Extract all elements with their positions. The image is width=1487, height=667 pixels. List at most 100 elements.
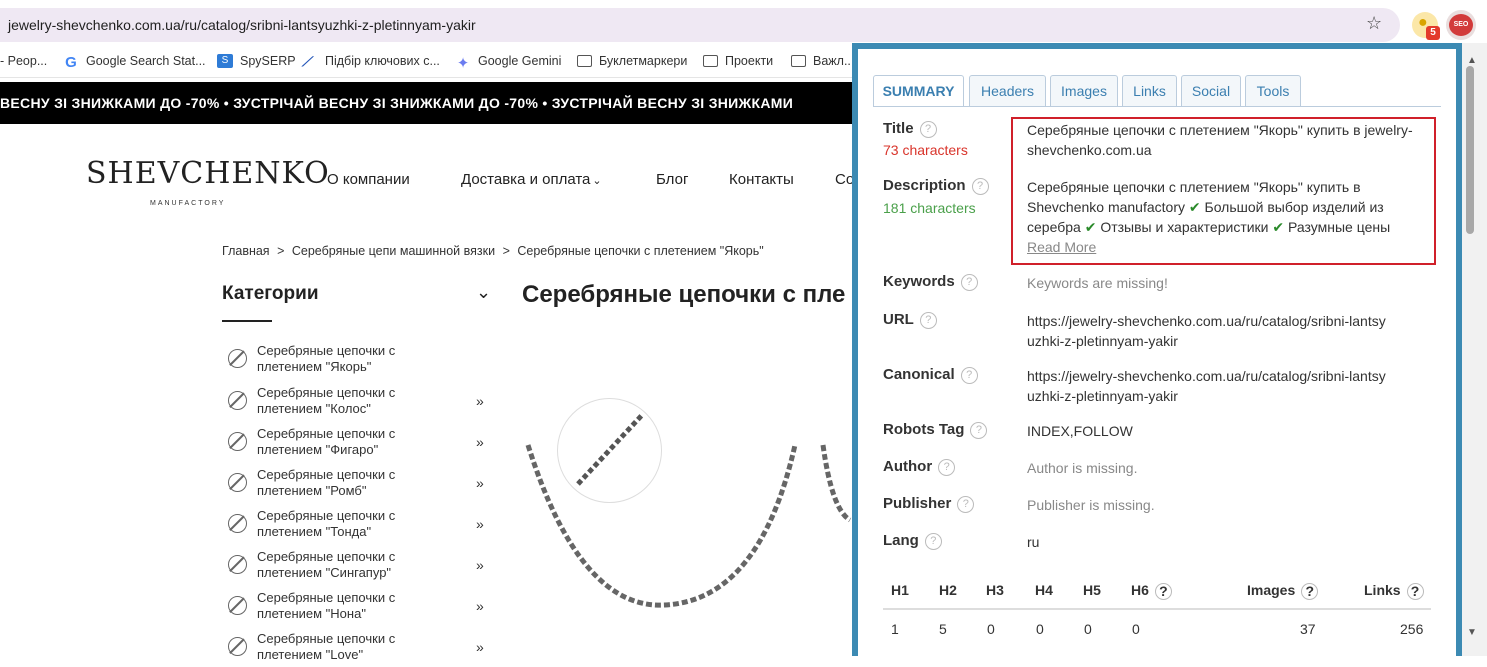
bookmark-folder[interactable]: Буклетмаркери — [577, 54, 687, 68]
bookmark-item[interactable]: - Peop... — [0, 54, 47, 68]
tab-images[interactable]: Images — [1050, 75, 1118, 106]
extension-lightbulb-button[interactable]: ● 5 — [1412, 12, 1440, 40]
chevron-down-icon[interactable]: ⌄ — [476, 282, 491, 303]
scrollbar-thumb[interactable] — [1466, 66, 1474, 234]
tab-tools[interactable]: Tools — [1245, 75, 1301, 106]
categories-title: Категории — [222, 283, 319, 304]
breadcrumb-parent[interactable]: Серебряные цепи машинной вязки — [292, 244, 495, 258]
seo-extension-button[interactable]: SEO — [1446, 10, 1476, 40]
help-icon[interactable]: ? — [971, 177, 989, 195]
h6-count[interactable]: 0 — [1132, 621, 1140, 637]
breadcrumb-separator: > — [277, 244, 285, 258]
h1-header: H1 — [891, 582, 909, 598]
lang-value: ru — [1027, 534, 1040, 550]
scroll-down-icon[interactable]: ▼ — [1467, 627, 1477, 638]
h6-label: H6 — [1131, 582, 1149, 598]
category-item[interactable]: Серебряные цепочки с плетением "Ромб" » — [228, 467, 498, 503]
logo-text: SHEVCHENKO — [86, 156, 330, 191]
nav-link-delivery[interactable]: Доставка и оплата ⌄ — [461, 171, 602, 188]
keywords-label: Keywords? — [883, 273, 978, 291]
scroll-up-icon[interactable]: ▲ — [1467, 55, 1477, 66]
bookmark-item[interactable]: ✦ Google Gemini — [455, 54, 562, 72]
description-label: Description? — [883, 177, 989, 195]
category-item[interactable]: Серебряные цепочки с плетением "Тонда" » — [228, 508, 498, 544]
bookmark-item[interactable]: ⟋ Підбір ключових с... — [302, 54, 440, 69]
help-icon[interactable]: ? — [919, 311, 937, 329]
title-char-count: 73 characters — [883, 142, 968, 158]
url-value[interactable]: https://jewelry-shevchenko.com.ua/ru/cat… — [1027, 311, 1387, 351]
category-icon — [228, 391, 247, 410]
help-icon[interactable]: ? — [919, 120, 937, 138]
read-more-link[interactable]: Read More — [1027, 239, 1096, 255]
bookmark-item[interactable]: S SpySERP — [217, 54, 296, 68]
site-logo[interactable]: SHEVCHENKO MANUFACTORY — [86, 156, 330, 207]
nav-link-contacts[interactable]: Контакты — [729, 171, 794, 188]
category-item[interactable]: Серебряные цепочки с плетением "Сингапур… — [228, 549, 498, 585]
help-icon[interactable]: ? — [1301, 582, 1319, 600]
category-label: Серебряные цепочки с плетением "Колос" — [257, 385, 396, 416]
tab-links[interactable]: Links — [1122, 75, 1177, 106]
category-item[interactable]: Серебряные цепочки с плетением "Love" » — [228, 631, 498, 667]
keyword-icon: ⟋ — [302, 54, 312, 69]
category-label: Серебряные цепочки с плетением "Фигаро" — [257, 426, 396, 457]
category-item[interactable]: Серебряные цепочки с плетением "Якорь" — [228, 343, 498, 379]
category-item[interactable]: Серебряные цепочки с плетением "Фигаро" … — [228, 426, 498, 462]
category-item[interactable]: Серебряные цепочки с плетением "Колос" » — [228, 385, 498, 421]
tab-summary[interactable]: SUMMARY — [873, 75, 964, 107]
address-bar-url[interactable]: jewelry-shevchenko.com.ua/ru/catalog/sri… — [8, 17, 476, 33]
h1-count[interactable]: 1 — [891, 621, 899, 637]
canonical-label-text: Canonical — [883, 366, 955, 383]
tab-headers[interactable]: Headers — [969, 75, 1046, 106]
gemini-icon: ✦ — [456, 55, 470, 72]
nav-link-about[interactable]: О компании — [327, 171, 410, 188]
logo-subtext: MANUFACTORY — [150, 200, 226, 207]
description-text: Разумные цены — [1288, 219, 1391, 235]
keywords-value: Keywords are missing! — [1027, 275, 1168, 291]
help-icon[interactable]: ? — [938, 458, 956, 476]
bookmark-label: SpySERP — [240, 54, 296, 68]
category-label: Серебряные цепочки с плетением "Нона" — [257, 590, 396, 621]
author-label-text: Author — [883, 458, 933, 475]
bookmark-label: Підбір ключових с... — [325, 54, 440, 68]
breadcrumb-home[interactable]: Главная — [222, 244, 270, 258]
title-label: Title? — [883, 120, 937, 138]
canonical-label: Canonical? — [883, 366, 978, 384]
popup-scrollbar[interactable]: ▲ ▼ — [1462, 43, 1487, 656]
bookmark-folder[interactable]: Проекти — [703, 54, 773, 68]
url-label-text: URL — [883, 311, 914, 328]
nav-link-blog[interactable]: Блог — [656, 171, 688, 188]
h2-count[interactable]: 5 — [939, 621, 947, 637]
images-count[interactable]: 37 — [1300, 621, 1316, 637]
links-label: Links — [1364, 582, 1401, 598]
help-icon[interactable]: ? — [1154, 582, 1172, 600]
stats-header-row: H1 H2 H3 H4 H5 H6? Images? Links? — [883, 582, 1431, 610]
links-count[interactable]: 256 — [1400, 621, 1423, 637]
canonical-value[interactable]: https://jewelry-shevchenko.com.ua/ru/cat… — [1027, 366, 1387, 406]
help-icon[interactable]: ? — [957, 495, 975, 513]
help-icon[interactable]: ? — [1406, 582, 1424, 600]
bookmark-label: Проекти — [725, 54, 774, 68]
help-icon[interactable]: ? — [960, 366, 978, 384]
publisher-value: Publisher is missing. — [1027, 497, 1155, 513]
bookmark-item[interactable]: G Google Search Stat... — [63, 54, 205, 71]
h4-count[interactable]: 0 — [1036, 621, 1044, 637]
title-label-text: Title — [883, 120, 914, 137]
category-label: Серебряные цепочки с плетением "Тонда" — [257, 508, 396, 539]
images-header: Images? — [1247, 582, 1319, 600]
help-icon[interactable]: ? — [960, 273, 978, 291]
category-item[interactable]: Серебряные цепочки с плетением "Нона" » — [228, 590, 498, 626]
category-icon — [228, 596, 247, 615]
author-value: Author is missing. — [1027, 460, 1138, 476]
seo-icon: SEO — [1449, 14, 1473, 36]
product-thumbnail[interactable] — [557, 398, 662, 503]
help-icon[interactable]: ? — [970, 421, 988, 439]
bookmark-folder[interactable]: Важл... — [791, 54, 854, 68]
help-icon[interactable]: ? — [924, 532, 942, 550]
checkmark-icon: ✔ — [1188, 199, 1201, 215]
tab-social[interactable]: Social — [1181, 75, 1241, 106]
chevron-right-icon: » — [476, 393, 484, 409]
h3-count[interactable]: 0 — [987, 621, 995, 637]
bookmark-label: Google Gemini — [478, 54, 562, 68]
h5-count[interactable]: 0 — [1084, 621, 1092, 637]
bookmark-star-icon[interactable]: ☆ — [1366, 13, 1382, 34]
